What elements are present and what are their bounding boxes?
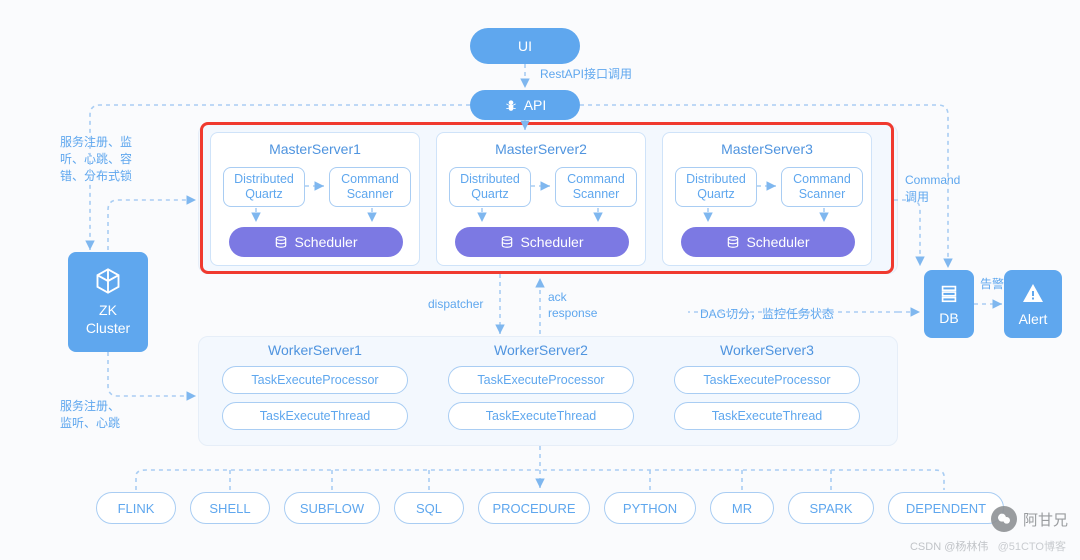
worker1-thread: TaskExecuteThread	[222, 402, 408, 430]
alert-note: 告警	[980, 276, 1004, 293]
alert-icon	[1021, 281, 1045, 305]
bottom-dependent: DEPENDENT	[888, 492, 1004, 524]
bottom-python: PYTHON	[604, 492, 696, 524]
worker1-proc: TaskExecuteProcessor	[222, 366, 408, 394]
alert-node: Alert	[1004, 270, 1062, 338]
worker2-title: WorkerServer2	[436, 342, 646, 358]
dag-note: DAG切分，监控任务状态	[700, 306, 834, 323]
worker-block-2: WorkerServer2 TaskExecuteProcessor TaskE…	[436, 342, 646, 430]
bottom-flink: FLINK	[96, 492, 176, 524]
worker-block-3: WorkerServer3 TaskExecuteProcessor TaskE…	[662, 342, 872, 430]
bottom-subflow: SUBFLOW	[284, 492, 380, 524]
bottom-spark: SPARK	[788, 492, 874, 524]
worker2-thread: TaskExecuteThread	[448, 402, 634, 430]
zk-note-bottom: 服务注册、监听、心跳	[60, 398, 170, 432]
worker-block-1: WorkerServer1 TaskExecuteProcessor TaskE…	[210, 342, 420, 430]
db-label: DB	[939, 310, 958, 326]
alert-label: Alert	[1019, 311, 1048, 327]
watermark-logo: 阿甘兄	[991, 506, 1068, 532]
bottom-shell: SHELL	[190, 492, 270, 524]
database-icon	[938, 282, 960, 304]
connector-overlay	[0, 0, 1080, 560]
worker3-proc: TaskExecuteProcessor	[674, 366, 860, 394]
bug-icon	[504, 98, 518, 112]
ui-label: UI	[518, 38, 532, 54]
zk-cluster-node: ZKCluster	[68, 252, 148, 352]
bottom-procedure: PROCEDURE	[478, 492, 590, 524]
command-note: Command调用	[905, 172, 975, 206]
api-label: API	[524, 97, 547, 113]
cube-icon	[94, 267, 122, 295]
masters-highlight-border	[200, 122, 894, 274]
bottom-sql: SQL	[394, 492, 464, 524]
watermark-footer: CSDN @杨林伟 @51CTO博客	[910, 538, 1066, 554]
bottom-mr: MR	[710, 492, 774, 524]
ui-node: UI	[470, 28, 580, 64]
db-node: DB	[924, 270, 974, 338]
worker3-thread: TaskExecuteThread	[674, 402, 860, 430]
dispatcher-label: dispatcher	[428, 296, 483, 313]
worker2-proc: TaskExecuteProcessor	[448, 366, 634, 394]
api-node: API	[470, 90, 580, 120]
zk-note-top: 服务注册、监听、心跳、容错、分布式锁	[60, 134, 170, 184]
ack-label: ackresponse	[548, 290, 597, 321]
rest-api-label: RestAPI接口调用	[540, 66, 632, 83]
wechat-icon	[991, 506, 1017, 532]
worker1-title: WorkerServer1	[210, 342, 420, 358]
worker3-title: WorkerServer3	[662, 342, 872, 358]
